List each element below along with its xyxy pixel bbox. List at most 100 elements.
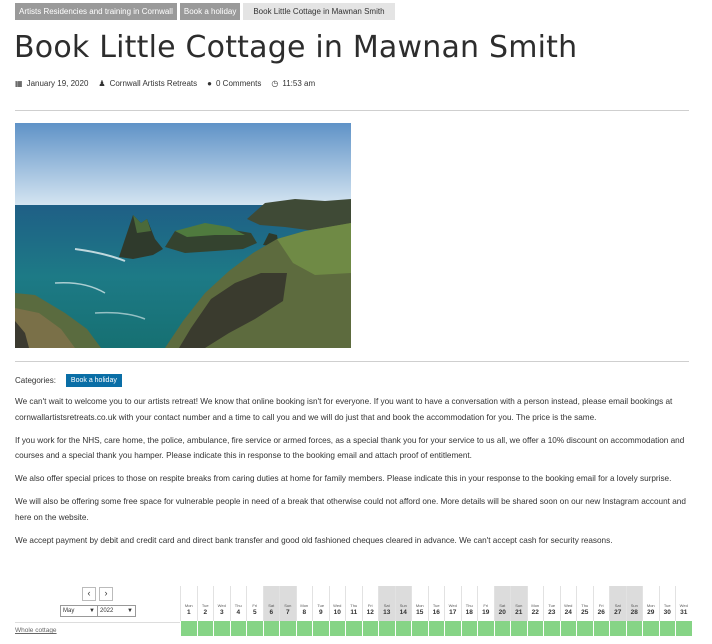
weekday-label: Fri bbox=[252, 603, 258, 608]
availability-cell[interactable] bbox=[246, 621, 263, 636]
day-number: 8 bbox=[302, 609, 307, 616]
category-tag-book-holiday[interactable]: Book a holiday bbox=[65, 374, 122, 387]
clock-icon: ◷ bbox=[271, 79, 279, 88]
calendar-icon: ▦ bbox=[15, 79, 23, 88]
breadcrumb-link-residencies[interactable]: Artists Residencies and training in Corn… bbox=[15, 3, 177, 20]
weekday-label: Mon bbox=[415, 603, 424, 608]
calendar-days: Mon 1 Tue 2 Wed 3 Thu 4 Fri 5 Sat 6 Sun 7 Mon 8 Tue 9 Wed 1… bbox=[180, 586, 692, 636]
calendar-day-header: Mon 15 bbox=[411, 586, 428, 621]
calendar-day: Mon 8 bbox=[295, 586, 312, 636]
weekday-label: Wed bbox=[564, 603, 573, 608]
availability-cell[interactable] bbox=[576, 621, 593, 636]
availability-cell[interactable] bbox=[559, 621, 576, 636]
availability-cell[interactable] bbox=[328, 621, 345, 636]
availability-cell[interactable] bbox=[312, 621, 329, 636]
calendar-day: Thu 25 bbox=[576, 586, 593, 636]
availability-cell[interactable] bbox=[213, 621, 230, 636]
calendar-day: Fri 19 bbox=[477, 586, 494, 636]
availability-cell[interactable] bbox=[510, 621, 527, 636]
day-number: 23 bbox=[548, 609, 556, 616]
calendar-day-header: Sun 21 bbox=[510, 586, 527, 621]
calendar-day-header: Mon 1 bbox=[180, 586, 197, 621]
availability-cell[interactable] bbox=[609, 621, 626, 636]
categories-label: Categories: bbox=[15, 376, 56, 385]
calendar-day-header: Fri 26 bbox=[592, 586, 610, 621]
day-number: 1 bbox=[186, 609, 191, 616]
user-icon: ♟ bbox=[98, 79, 106, 88]
post-comments-text: 0 Comments bbox=[216, 79, 262, 88]
calendar-day: Sat 13 bbox=[378, 586, 395, 636]
post-date[interactable]: ▦ January 19, 2020 bbox=[15, 79, 88, 88]
calendar-day-header: Sat 6 bbox=[262, 586, 279, 621]
calendar-day-header: Wed 17 bbox=[444, 586, 461, 621]
day-number: 10 bbox=[333, 609, 341, 616]
calendar-day-header: Wed 3 bbox=[213, 586, 230, 621]
availability-cell[interactable] bbox=[642, 621, 659, 636]
availability-cell[interactable] bbox=[229, 621, 246, 636]
weekday-label: Wed bbox=[448, 603, 457, 608]
next-month-button[interactable]: › bbox=[99, 587, 113, 601]
availability-cell[interactable] bbox=[394, 621, 411, 636]
weekday-label: Sat bbox=[614, 603, 621, 608]
calendar-day: Sun 7 bbox=[279, 586, 296, 636]
availability-cell[interactable] bbox=[196, 621, 213, 636]
calendar-day: Sat 20 bbox=[493, 586, 510, 636]
calendar-day-header: Tue 16 bbox=[427, 586, 445, 621]
calendar-day-header: Tue 2 bbox=[196, 586, 214, 621]
availability-cell[interactable] bbox=[477, 621, 494, 636]
weekday-label: Mon bbox=[300, 603, 309, 608]
availability-cell[interactable] bbox=[675, 621, 692, 636]
month-select[interactable]: May ▼ bbox=[60, 605, 98, 617]
availability-cell[interactable] bbox=[543, 621, 560, 636]
day-number: 16 bbox=[432, 609, 440, 616]
availability-cell[interactable] bbox=[411, 621, 428, 636]
day-number: 15 bbox=[416, 609, 424, 616]
weekday-label: Sat bbox=[499, 603, 506, 608]
weekday-label: Wed bbox=[333, 603, 342, 608]
content-paragraph: We also offer special prices to those on… bbox=[15, 474, 672, 483]
prev-month-button[interactable]: ‹ bbox=[82, 587, 96, 601]
availability-cell[interactable] bbox=[625, 621, 642, 636]
calendar-day-header: Fri 19 bbox=[477, 586, 494, 621]
calendar-day: Mon 15 bbox=[411, 586, 428, 636]
availability-cell[interactable] bbox=[460, 621, 477, 636]
calendar-day-header: Fri 5 bbox=[246, 586, 263, 621]
availability-cell[interactable] bbox=[345, 621, 362, 636]
availability-cell[interactable] bbox=[180, 621, 197, 636]
year-select[interactable]: 2022 ▼ bbox=[97, 605, 136, 617]
availability-cell[interactable] bbox=[444, 621, 461, 636]
availability-cell[interactable] bbox=[262, 621, 279, 636]
post-author[interactable]: ♟ Cornwall Artists Retreats bbox=[98, 79, 197, 88]
weekday-label: Thu bbox=[234, 603, 242, 608]
availability-cell[interactable] bbox=[378, 621, 395, 636]
calendar-day-header: Fri 12 bbox=[361, 586, 379, 621]
availability-cell[interactable] bbox=[427, 621, 444, 636]
availability-cell[interactable] bbox=[295, 621, 312, 636]
day-number: 11 bbox=[350, 609, 358, 616]
post-content: We can't wait to welcome you to our arti… bbox=[15, 394, 693, 556]
calendar-day-header: Sat 13 bbox=[378, 586, 395, 621]
calendar-row-label[interactable]: Whole cottage bbox=[15, 622, 180, 638]
availability-cell[interactable] bbox=[658, 621, 675, 636]
availability-cell[interactable] bbox=[279, 621, 296, 636]
day-number: 5 bbox=[252, 609, 257, 616]
breadcrumb-link-book-holiday[interactable]: Book a holiday bbox=[179, 3, 241, 20]
year-select-value: 2022 bbox=[100, 608, 114, 614]
availability-cell[interactable] bbox=[526, 621, 543, 636]
day-number: 14 bbox=[399, 609, 407, 616]
weekday-label: Fri bbox=[367, 603, 373, 608]
calendar-day: Tue 23 bbox=[543, 586, 560, 636]
day-number: 21 bbox=[515, 609, 523, 616]
content-paragraph: We can't wait to welcome you to our arti… bbox=[15, 397, 673, 422]
calendar-day: Sun 21 bbox=[510, 586, 527, 636]
weekday-label: Mon bbox=[646, 603, 655, 608]
availability-cell[interactable] bbox=[493, 621, 510, 636]
post-time-text: 11:53 am bbox=[282, 79, 316, 88]
post-comments[interactable]: ● 0 Comments bbox=[207, 79, 261, 88]
calendar-nav: ‹ › bbox=[82, 587, 113, 601]
availability-cell[interactable] bbox=[592, 621, 609, 636]
availability-cell[interactable] bbox=[361, 621, 378, 636]
day-number: 7 bbox=[285, 609, 290, 616]
weekday-label: Mon bbox=[184, 603, 193, 608]
calendar-day-header: Wed 10 bbox=[328, 586, 346, 621]
